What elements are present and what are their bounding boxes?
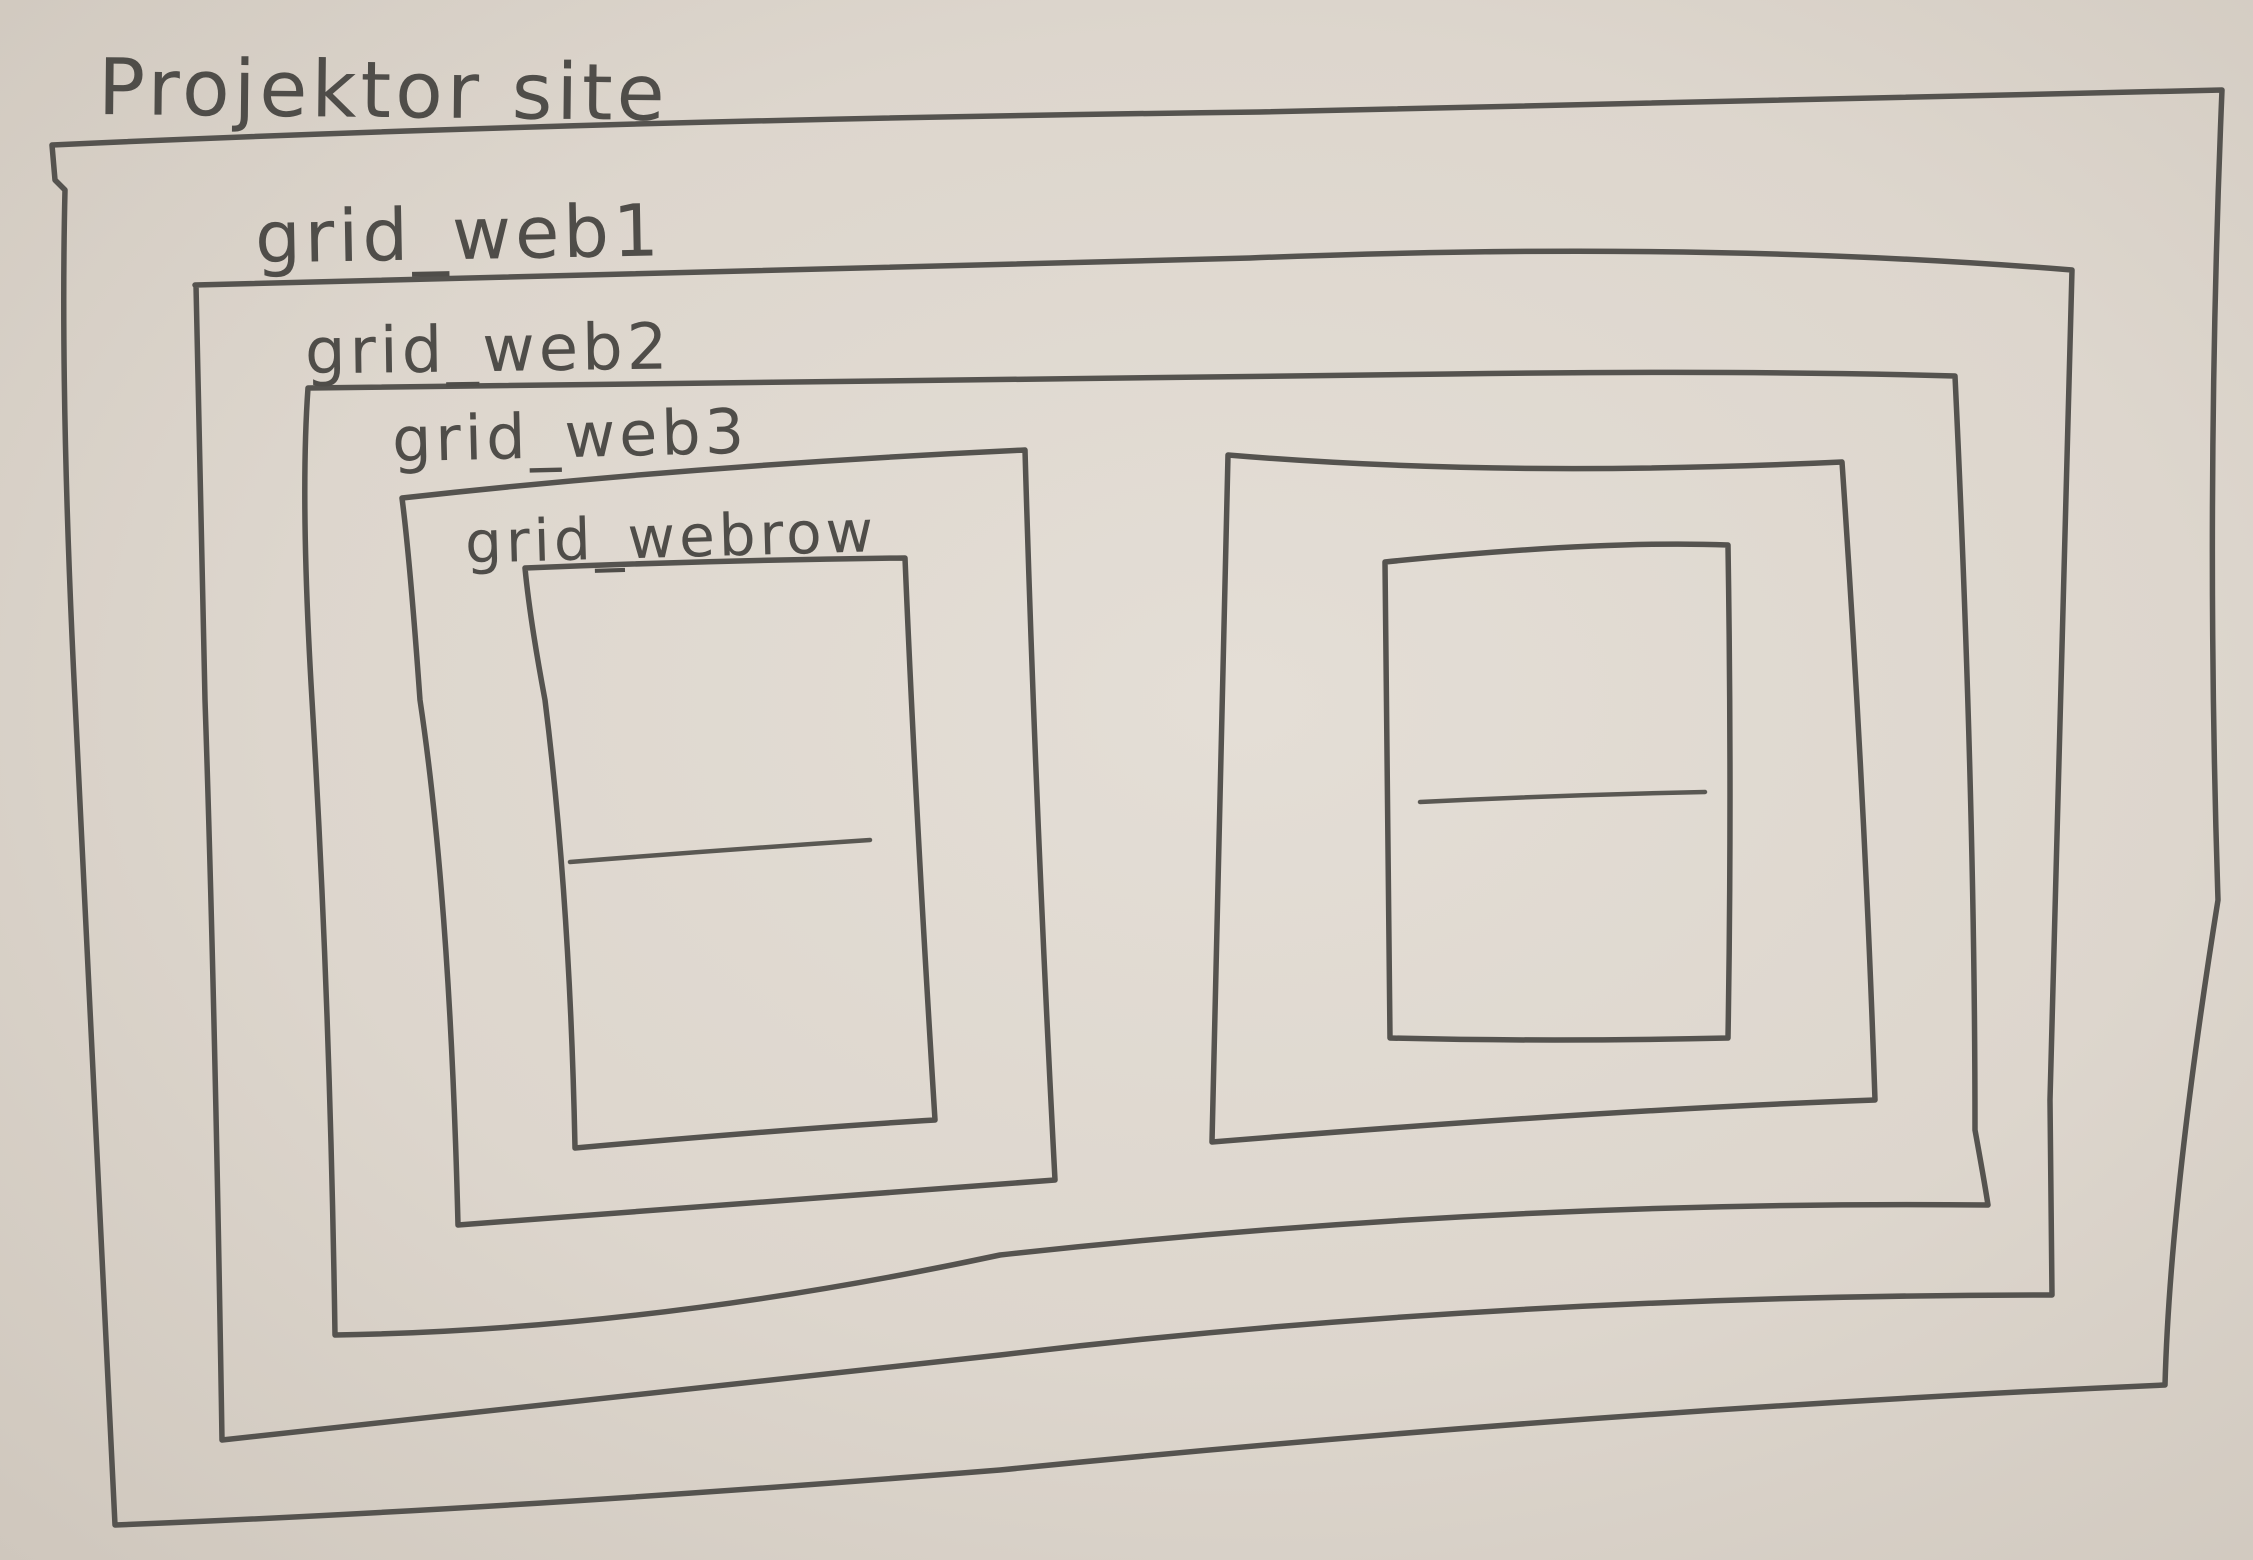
grid-web2-label: grid_web2 xyxy=(304,310,672,390)
grid-web3-label: grid_web3 xyxy=(391,394,749,477)
row-divider-left xyxy=(567,837,873,865)
row-divider-right xyxy=(1417,789,1708,805)
site-box xyxy=(49,87,2225,1528)
grid-webrow-label: grid_webrow xyxy=(464,497,878,577)
grid-webrow-box-left xyxy=(522,555,938,1151)
site-title-label: Projektor site xyxy=(97,43,670,139)
grid-web1-label: grid_web1 xyxy=(254,188,664,280)
